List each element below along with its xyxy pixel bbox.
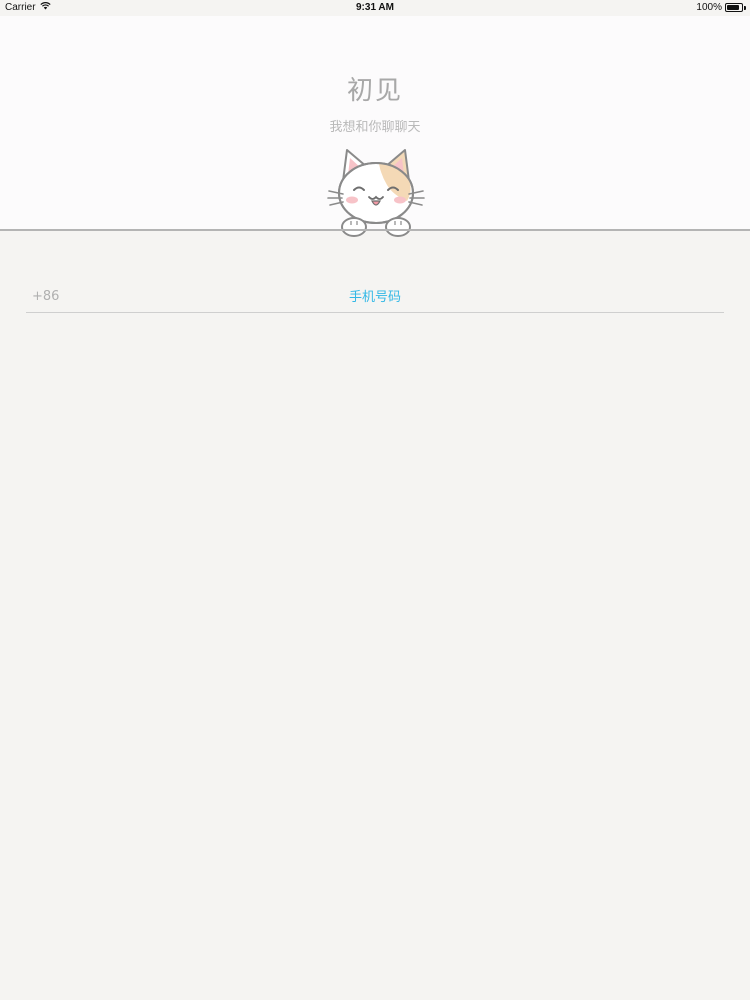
header-divider	[0, 229, 750, 231]
battery-icon	[725, 3, 746, 12]
page-subtitle: 我想和你聊聊天	[329, 120, 421, 135]
phone-number-input[interactable]	[26, 286, 724, 308]
phone-input-row: +86	[26, 282, 724, 313]
status-time: 9:31 AM	[356, 2, 394, 13]
battery-fill	[727, 5, 739, 10]
battery-percent: 100%	[696, 2, 722, 13]
login-screen: Carrier 9:31 AM 100% 初见 我想和你聊聊天 +86 手机号码	[0, 0, 750, 1000]
battery-tip	[744, 5, 746, 10]
status-bar: Carrier 9:31 AM 100%	[0, 0, 750, 16]
battery-body	[725, 3, 743, 12]
page-title: 初见	[346, 76, 403, 106]
status-right: 100%	[696, 2, 746, 13]
cat-mascot-icon	[327, 145, 425, 241]
